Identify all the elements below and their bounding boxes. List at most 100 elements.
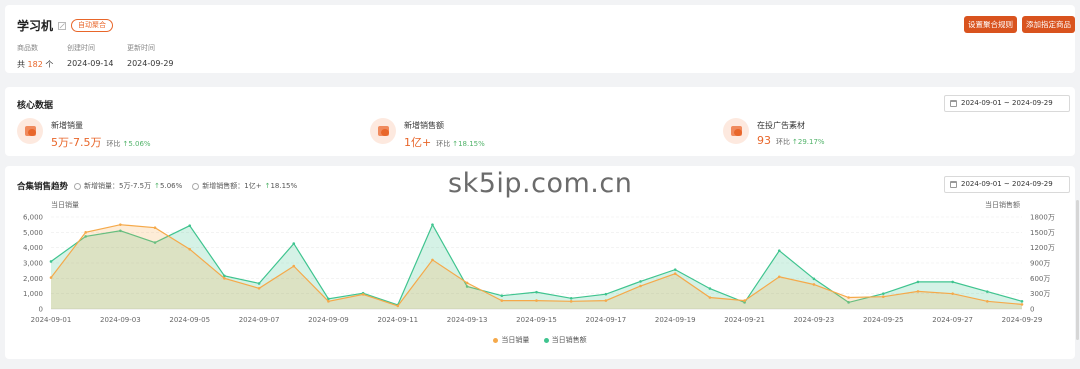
- data-point-sales: [604, 299, 608, 302]
- x-tick-label: 2024-09-03: [100, 316, 141, 324]
- data-point-sales: [500, 299, 504, 302]
- x-tick-label: 2024-09-13: [447, 316, 488, 324]
- data-point-sales: [327, 300, 330, 303]
- sales-amount-icon: [370, 118, 396, 144]
- data-point-sales: [361, 293, 365, 296]
- y-left-tick-label: 4,000: [23, 244, 43, 252]
- chart-legend: 当日销量 当日销售额: [5, 335, 1075, 345]
- data-point-sales: [119, 223, 122, 226]
- data-point-revenue: [916, 280, 920, 284]
- meta-value: 共 182 个: [17, 59, 53, 70]
- date-range-text: 2024-09-01 ~ 2024-09-29: [961, 99, 1053, 107]
- y-left-tick-label: 5,000: [23, 229, 43, 237]
- x-tick-label: 2024-09-21: [724, 316, 765, 324]
- count-number: 182: [27, 60, 43, 69]
- updated-time: 更新时间 2024-09-29: [127, 43, 174, 68]
- x-tick-label: 2024-09-15: [516, 316, 557, 324]
- x-tick-label: 2024-09-25: [863, 316, 904, 324]
- data-point-sales: [84, 231, 87, 234]
- data-point-revenue: [777, 249, 781, 253]
- watermark-text: sk5ip.com.cn: [448, 168, 633, 199]
- meta-key: 创建时间: [67, 44, 95, 52]
- data-point-sales: [257, 287, 261, 290]
- data-point-revenue: [500, 294, 504, 298]
- core-data-title: 核心数据: [17, 101, 54, 111]
- sales-volume-icon: [17, 118, 43, 144]
- metric-value: 93: [757, 134, 771, 147]
- ring-label: 环比: [436, 140, 451, 148]
- count-prefix: 共: [17, 60, 28, 69]
- metric-sales-volume: 新增销量 5万-7.5万 环比 ↑ 5.06%: [17, 118, 151, 150]
- x-tick-label: 2024-09-27: [932, 316, 973, 324]
- data-point-revenue: [257, 282, 261, 285]
- metric-sales-amount: 新增销售额 1亿+ 环比 ↑ 18.15%: [370, 118, 485, 150]
- metric-label: 在投广告素材: [757, 121, 805, 130]
- meta-value: 2024-09-14: [67, 59, 114, 68]
- data-point-sales: [743, 299, 746, 302]
- data-point-sales: [881, 295, 885, 299]
- data-point-sales: [777, 275, 781, 279]
- metric-value: 5万-7.5万: [51, 136, 102, 149]
- meta-value: 2024-09-29: [127, 59, 174, 68]
- data-point-sales: [396, 304, 400, 308]
- edit-icon[interactable]: [58, 21, 66, 30]
- y-left-tick-label: 3,000: [23, 260, 43, 268]
- y-right-tick-label: 0: [1030, 306, 1034, 314]
- data-point-sales: [569, 300, 573, 303]
- data-point-revenue: [1020, 300, 1024, 303]
- data-point-sales: [292, 264, 296, 268]
- y-left-tick-label: 2,000: [23, 275, 43, 283]
- data-point-revenue: [223, 274, 226, 278]
- x-tick-label: 2024-09-09: [308, 316, 349, 324]
- data-point-sales: [673, 272, 677, 276]
- set-aggregate-rule-button[interactable]: 设置聚合规则: [964, 16, 1017, 33]
- metric-label: 新增销售额: [404, 121, 444, 130]
- product-count: 商品数 共 182 个: [17, 43, 53, 70]
- title-row: 学习机 自动聚合: [17, 17, 114, 34]
- data-point-sales: [153, 226, 157, 230]
- ring-label: 环比: [106, 140, 121, 148]
- metric-change: 5.06%: [128, 140, 151, 148]
- data-point-revenue: [639, 280, 642, 283]
- collection-header-card: 学习机 自动聚合 商品数 共 182 个 创建时间 2024-09-14 更新时…: [5, 5, 1075, 73]
- meta-key: 商品数: [17, 44, 38, 52]
- created-time: 创建时间 2024-09-14: [67, 43, 114, 68]
- legend-item-sales[interactable]: 当日销量: [493, 335, 529, 345]
- x-tick-label: 2024-09-29: [1002, 316, 1043, 324]
- data-point-sales: [188, 247, 192, 251]
- data-point-sales: [465, 281, 469, 285]
- y-right-tick-label: 600万: [1030, 275, 1050, 283]
- data-point-sales: [1020, 303, 1024, 306]
- add-product-button[interactable]: 添加指定商品: [1022, 16, 1075, 33]
- y-right-tick-label: 1800万: [1030, 214, 1055, 222]
- x-tick-label: 2024-09-01: [31, 316, 72, 324]
- metric-change: 18.15%: [458, 140, 485, 148]
- y-right-tick-label: 900万: [1030, 260, 1050, 268]
- ad-material-icon: [723, 118, 749, 144]
- y-left-tick-label: 0: [39, 306, 43, 314]
- y-left-tick-label: 6,000: [23, 214, 43, 222]
- y-left-tick-label: 1,000: [23, 290, 43, 298]
- data-point-sales: [639, 284, 642, 288]
- y-right-tick-label: 300万: [1030, 290, 1050, 298]
- legend-label: 当日销量: [501, 336, 530, 344]
- data-point-sales: [223, 277, 226, 280]
- data-point-sales: [916, 290, 920, 293]
- x-tick-label: 2024-09-11: [377, 316, 418, 324]
- core-data-card: 核心数据 2024-09-01 ~ 2024-09-29 新增销量 5万-7.5…: [5, 87, 1075, 156]
- legend-label: 当日销售额: [551, 336, 587, 344]
- core-date-range-picker[interactable]: 2024-09-01 ~ 2024-09-29: [944, 95, 1070, 112]
- collection-title: 学习机: [17, 19, 54, 33]
- ring-label: 环比: [776, 138, 790, 146]
- legend-item-revenue[interactable]: 当日销售额: [543, 335, 587, 345]
- metric-change: 29.17%: [797, 138, 825, 146]
- scrollbar[interactable]: [1075, 200, 1080, 340]
- count-suffix: 个: [42, 60, 54, 69]
- data-point-revenue: [431, 223, 434, 226]
- data-point-revenue: [49, 260, 53, 263]
- auto-aggregate-tag: 自动聚合: [71, 19, 114, 32]
- data-point-revenue: [881, 292, 885, 295]
- meta-key: 更新时间: [127, 44, 155, 52]
- data-point-revenue: [604, 292, 608, 296]
- data-point-revenue: [986, 290, 989, 293]
